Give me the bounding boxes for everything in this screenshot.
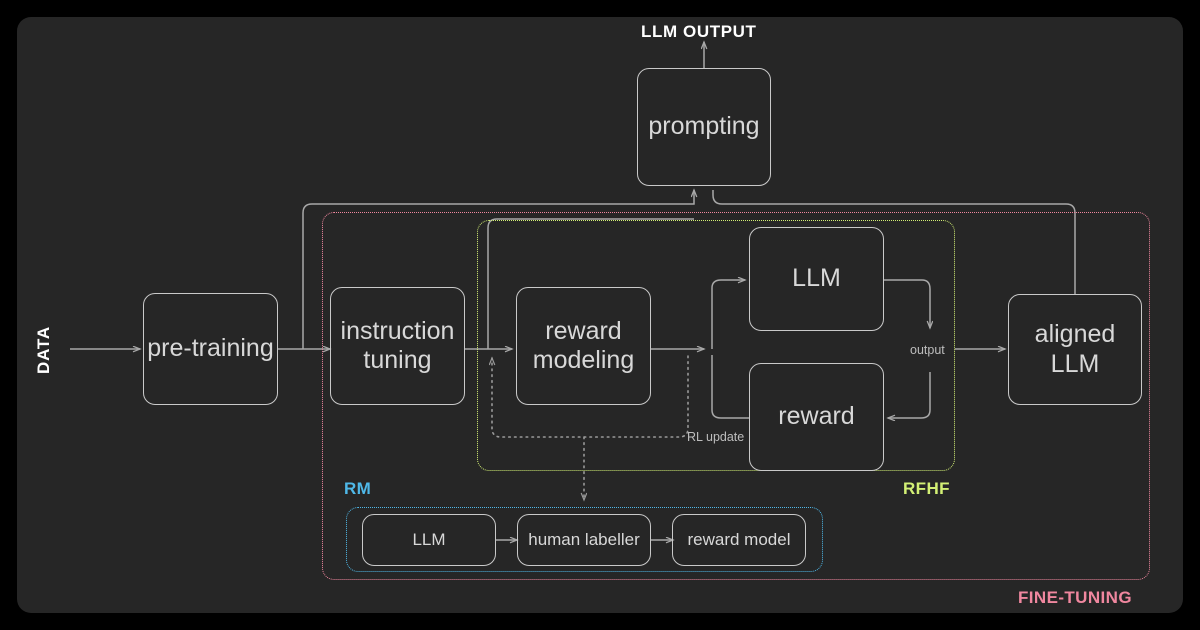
input-label-data: DATA bbox=[34, 326, 53, 374]
group-label-rm: RM bbox=[344, 479, 372, 498]
node-rm-llm[interactable]: LLM bbox=[362, 514, 496, 566]
edge-label-output: output bbox=[910, 343, 945, 357]
edge-label-rl-update: RL update bbox=[687, 430, 745, 444]
group-label-fine-tuning: FINE-TUNING bbox=[1018, 588, 1132, 607]
node-aligned-llm[interactable]: aligned LLM bbox=[1008, 294, 1142, 405]
node-reward-model[interactable]: reward model bbox=[672, 514, 806, 566]
group-label-rfhf: RFHF bbox=[903, 479, 950, 498]
node-prompting[interactable]: prompting bbox=[637, 68, 771, 186]
node-llm[interactable]: LLM bbox=[749, 227, 884, 331]
node-reward[interactable]: reward bbox=[749, 363, 884, 471]
node-pre-training[interactable]: pre-training bbox=[143, 293, 278, 405]
diagram-stage: RM RFHF FINE-TUNING LLM OUTPUT DATA outp… bbox=[0, 0, 1200, 630]
node-human-labeller[interactable]: human labeller bbox=[517, 514, 651, 566]
node-instruction-tuning[interactable]: instruction tuning bbox=[330, 287, 465, 405]
page-title: LLM OUTPUT bbox=[641, 22, 757, 41]
node-reward-modeling[interactable]: reward modeling bbox=[516, 287, 651, 405]
